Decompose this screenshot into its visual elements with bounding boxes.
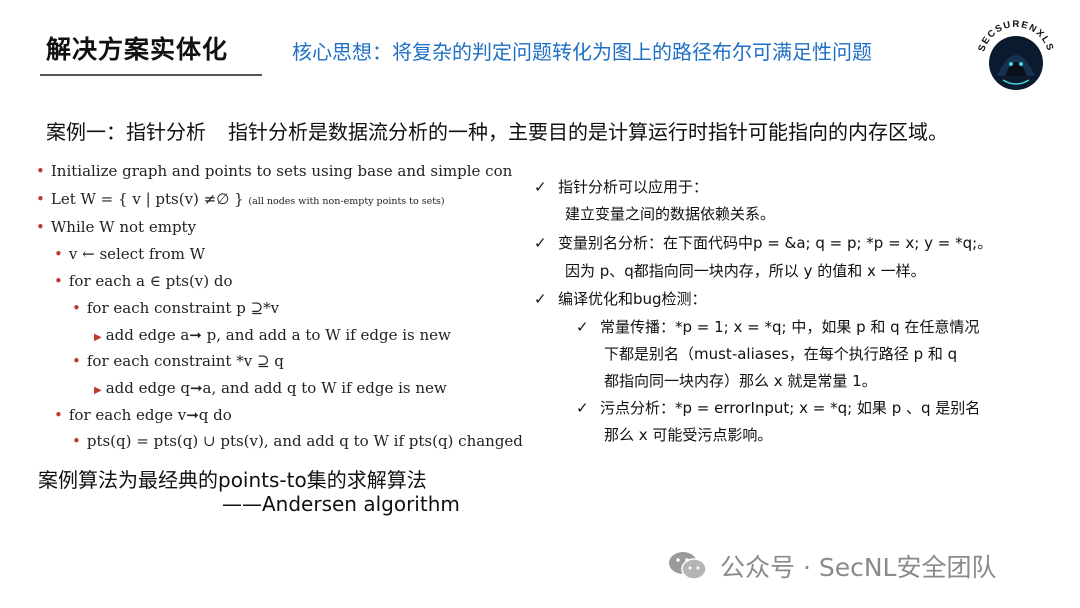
caption-line-2: ——Andersen algorithm [222,492,460,516]
algo-line: ▶ add edge q➞a, and add q to W if edge is… [94,379,447,397]
list-item: ✓ 常量传播：*p = 1; x = *q; 中，如果 p 和 q 在任意情况 [576,318,980,336]
algo-line: • for each constraint p ⊇*v [72,299,280,317]
hacker-hood-icon: SECSURENXLS [974,19,1058,103]
check-icon: ✓ [534,178,547,196]
algo-line: • pts(q) = pts(q) ∪ pts(v), and add q to … [72,432,523,450]
list-item: ✓ 变量别名分析：在下面代码中p = &a; q = p; *p = x; y =… [534,234,993,252]
wechat-icon [669,552,707,580]
algo-line: • Initialize graph and points to sets usi… [36,162,512,180]
algo-line: • for each a ∈ pts(v) do [54,272,233,290]
page-subtitle: 核心思想：将复杂的判定问题转化为图上的路径布尔可满足性问题 [292,40,872,64]
check-icon: ✓ [534,290,547,308]
list-item: ✓ 编译优化和bug检测： [534,290,707,308]
algo-line: • for each edge v➞q do [54,406,232,424]
algo-line: • v ← select from W [54,245,206,263]
list-item: 下都是别名（must-aliases，在每个执行路径 p 和 q [604,345,958,363]
list-item: 那么 x 可能受污点影响。 [604,426,773,444]
algo-note: (all nodes with non-empty points to sets… [248,196,445,207]
check-icon: ✓ [576,399,589,417]
algo-line: ▶ add edge a➞ p, and add a to W if edge i… [94,326,451,344]
caption-line-1: 案例算法为最经典的points-to集的求解算法 [38,468,427,492]
watermark-text: 公众号 · SecNL安全团队 [720,553,997,582]
case-label: 案例一：指针分析 [46,120,206,144]
list-item: 都指向同一块内存）那么 x 就是常量 1。 [604,372,877,390]
check-icon: ✓ [576,318,589,336]
case-heading: 案例一：指针分析 指针分析是数据流分析的一种，主要目的是计算运行时指针可能指向的内… [46,116,948,145]
check-icon: ✓ [534,234,547,252]
list-item: ✓ 污点分析：*p = errorInput; x = *q; 如果 p 、q 是… [576,399,981,417]
watermark: 公众号 · SecNL安全团队 [668,548,996,584]
title-underline [40,74,262,76]
list-item: 因为 p、q都指向同一块内存，所以 y 的值和 x 一样。 [565,262,926,280]
algo-line: • Let W = { v | pts(v) ≠∅ } (all nodes wi… [36,190,445,208]
page-title: 解决方案实体化 [46,35,229,64]
case-description: 指针分析是数据流分析的一种，主要目的是计算运行时指针可能指向的内存区域。 [228,120,948,144]
algo-line: • for each constraint *v ⊇ q [72,352,284,370]
algo-line: • While W not empty [36,218,197,236]
list-item: 建立变量之间的数据依赖关系。 [565,205,776,223]
list-item: ✓ 指针分析可以应用于： [534,178,709,196]
